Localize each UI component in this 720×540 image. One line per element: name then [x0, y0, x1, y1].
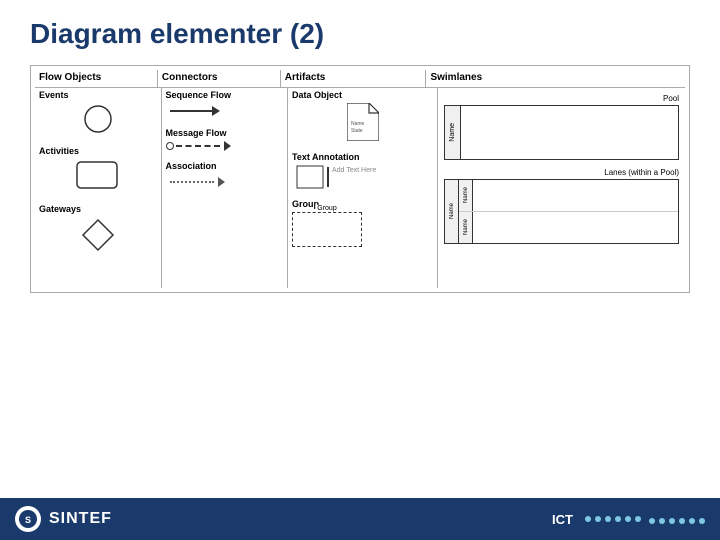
lane-row-1: Name — [459, 180, 678, 212]
footer-right: ICT — [552, 510, 705, 528]
svg-text:Name: Name — [351, 121, 365, 127]
content-area: Flow Objects Connectors Artifacts Swimla… — [0, 60, 720, 293]
events-section: Events — [39, 90, 157, 138]
dot-3 — [605, 516, 611, 522]
lane-2-content — [473, 212, 678, 243]
svg-text:S: S — [25, 515, 31, 525]
footer-dots — [585, 510, 705, 528]
lane-1-content — [473, 180, 678, 211]
lane-1-bar: Name — [459, 180, 473, 211]
dot-6 — [635, 516, 641, 522]
activity-rect — [75, 160, 120, 192]
swimlanes-header: Swimlanes — [426, 70, 685, 87]
pool-name-bar: Name — [445, 106, 461, 159]
footer: S SINTEF ICT — [0, 498, 720, 540]
gateway-shape — [39, 218, 157, 252]
event-circle — [83, 104, 113, 134]
pool-content — [461, 106, 678, 159]
connectors-col: Sequence Flow Message Flow Association — [162, 88, 289, 288]
ict-label: ICT — [552, 512, 573, 527]
arrow-right-icon — [170, 106, 220, 116]
data-object-shape: Name State — [292, 103, 433, 141]
sintef-logo-icon: S — [15, 506, 41, 532]
text-annotation-section: Text Annotation Add Text Here — [292, 152, 433, 191]
lanes-section: Lanes (within a Pool) Name Name — [444, 168, 679, 244]
company-name: SINTEF — [49, 510, 112, 528]
diagram-header-row: Flow Objects Connectors Artifacts Swimla… — [35, 70, 685, 88]
dot-5 — [625, 516, 631, 522]
annotation-svg — [296, 165, 324, 189]
activity-shape — [39, 160, 157, 192]
diagram-wrapper: Flow Objects Connectors Artifacts Swimla… — [30, 65, 690, 293]
lanes-outer-bar: Name — [445, 180, 459, 243]
event-shape — [39, 104, 157, 134]
data-object-svg: Name State — [347, 103, 379, 141]
dot-7 — [649, 518, 655, 524]
svg-text:State: State — [351, 128, 363, 134]
dots-row-2 — [649, 518, 705, 524]
artifacts-header: Artifacts — [281, 70, 427, 87]
dot-2 — [595, 516, 601, 522]
association-section: Association — [166, 161, 284, 191]
association-arrow — [170, 177, 284, 189]
connectors-header: Connectors — [158, 70, 281, 87]
lane-2-bar: Name — [459, 212, 473, 243]
activities-section: Activities — [39, 146, 157, 196]
dashed-arrow-icon — [176, 141, 231, 151]
page-title: Diagram elementer (2) — [0, 0, 720, 60]
data-object-section: Data Object Name State — [292, 90, 433, 144]
annotation-text: Add Text Here — [327, 167, 376, 187]
sequence-flow-arrow — [170, 106, 284, 118]
lane-row-2: Name — [459, 212, 678, 243]
group-section: Group Group — [292, 199, 433, 249]
dot-10 — [679, 518, 685, 524]
logo-svg: S — [18, 509, 38, 529]
artifacts-col: Data Object Name State Text Annotation — [288, 88, 438, 288]
diagram-body-row: Events Activities — [35, 88, 685, 288]
dot-11 — [689, 518, 695, 524]
dot-1 — [585, 516, 591, 522]
msg-flow-dot — [166, 142, 174, 150]
dot-4 — [615, 516, 621, 522]
dot-12 — [699, 518, 705, 524]
message-flow-section: Message Flow — [166, 128, 284, 153]
text-annotation-shape: Add Text Here — [296, 165, 429, 189]
pool-section: Pool Name — [444, 94, 679, 160]
swimlanes-col: Pool Name Lanes (within a Pool) Name — [438, 88, 685, 288]
gateways-section: Gateways — [39, 204, 157, 256]
group-box: Group — [292, 212, 362, 247]
sequence-flow-section: Sequence Flow — [166, 90, 284, 120]
flow-objects-col: Events Activities — [35, 88, 162, 288]
flow-objects-header: Flow Objects — [35, 70, 158, 87]
footer-logo: S SINTEF — [15, 506, 112, 532]
dot-9 — [669, 518, 675, 524]
pool-box: Name — [444, 105, 679, 160]
lanes-inner: Name Name — [459, 180, 678, 243]
dotted-arrow-icon — [170, 177, 225, 187]
lanes-box: Name Name Name — [444, 179, 679, 244]
dot-8 — [659, 518, 665, 524]
message-flow-arrow — [166, 141, 284, 151]
gateway-diamond — [81, 218, 115, 252]
